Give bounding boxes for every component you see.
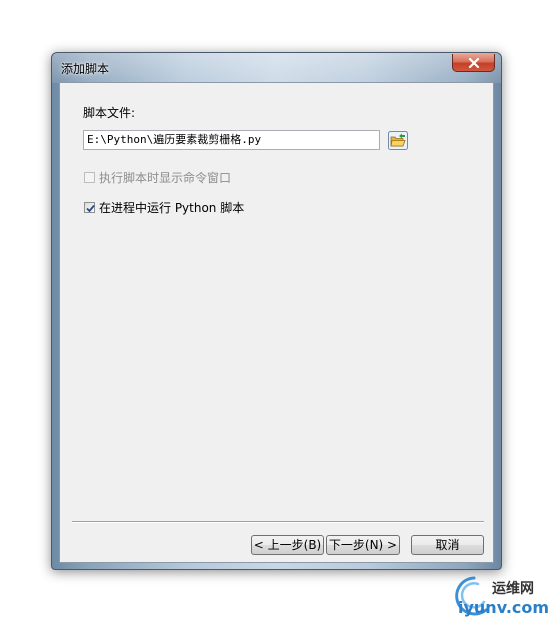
- watermark-site-name: 运维网: [492, 581, 534, 597]
- close-button[interactable]: [452, 54, 495, 72]
- back-button[interactable]: < 上一步(B): [251, 535, 324, 555]
- close-icon: [468, 57, 479, 68]
- show-cmd-label: 执行脚本时显示命令窗口: [99, 171, 232, 185]
- folder-open-icon: [388, 131, 408, 150]
- cancel-button[interactable]: 取消: [411, 535, 484, 555]
- run-in-process-label: 在进程中运行 Python 脚本: [99, 201, 245, 215]
- add-script-dialog: 添加脚本 脚本文件: E:\Python\遍历要素裁剪栅格.py 执行脚本时显示…: [51, 52, 502, 570]
- script-path-input[interactable]: E:\Python\遍历要素裁剪栅格.py: [83, 130, 380, 150]
- footer-separator: [72, 521, 484, 523]
- next-button[interactable]: 下一步(N) >: [326, 535, 400, 555]
- watermark: 运维网 iyunv.com: [452, 572, 552, 622]
- show-cmd-checkbox-row: 执行脚本时显示命令窗口: [84, 169, 231, 186]
- script-file-label: 脚本文件:: [83, 106, 136, 120]
- browse-button[interactable]: [388, 131, 408, 150]
- run-in-process-checkbox[interactable]: [84, 202, 95, 213]
- watermark-domain: iyunv.com: [458, 598, 550, 617]
- run-in-process-checkbox-row[interactable]: 在进程中运行 Python 脚本: [84, 199, 244, 216]
- checkmark-icon: [86, 204, 95, 213]
- dialog-body: 脚本文件: E:\Python\遍历要素裁剪栅格.py 执行脚本时显示命令窗口 …: [59, 82, 494, 563]
- dialog-title: 添加脚本: [61, 62, 110, 76]
- show-cmd-checkbox: [84, 172, 95, 183]
